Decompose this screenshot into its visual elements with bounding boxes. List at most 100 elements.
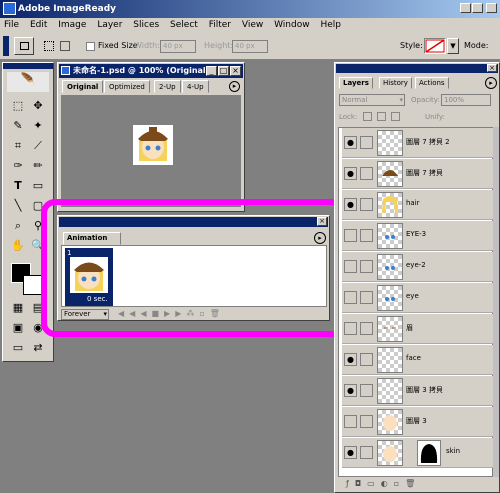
close-button[interactable]	[486, 3, 497, 13]
menu-window[interactable]: Window	[274, 20, 310, 30]
link-toggle[interactable]	[360, 353, 373, 366]
link-toggle[interactable]	[360, 136, 373, 149]
preview-document-icon[interactable]: ▣	[9, 319, 27, 337]
document-close-button[interactable]: ×	[230, 66, 241, 76]
link-toggle[interactable]	[360, 291, 373, 304]
document-minimize-button[interactable]: _	[206, 66, 217, 76]
slice-tool-icon[interactable]: ⟋	[29, 137, 47, 155]
menu-slices[interactable]: Slices	[133, 20, 159, 30]
menu-file[interactable]: File	[4, 20, 19, 30]
tab-optimized[interactable]: Optimized	[104, 80, 150, 93]
link-toggle[interactable]	[360, 446, 373, 459]
layer-row[interactable]: EYE-3	[342, 221, 497, 251]
pencil-tool-icon[interactable]: ✏	[29, 157, 47, 175]
layer-style-icon[interactable]: ƒ	[346, 479, 355, 488]
eye-icon[interactable]	[344, 229, 357, 242]
maximize-button[interactable]	[472, 3, 483, 13]
crop-tool-icon[interactable]: ⌗	[9, 137, 27, 155]
menu-layer[interactable]: Layer	[97, 20, 122, 30]
layer-row[interactable]: 眉	[342, 314, 497, 344]
screen-mode-icon[interactable]: ▭	[9, 339, 27, 357]
menu-help[interactable]: Help	[320, 20, 341, 30]
tab-4up[interactable]: 4-Up	[182, 80, 209, 93]
document-menu-icon[interactable]: ▸	[229, 81, 240, 92]
link-toggle[interactable]	[360, 260, 373, 273]
background-color-swatch[interactable]	[23, 275, 43, 295]
new-selection-icon[interactable]	[44, 41, 54, 51]
layer-mask-thumbnail[interactable]	[417, 440, 441, 466]
layer-row[interactable]: 圖層 3	[342, 407, 497, 437]
add-selection-icon[interactable]	[60, 41, 70, 51]
layer-row[interactable]: eye-2	[342, 252, 497, 282]
magic-wand-icon[interactable]: ✦	[29, 117, 47, 135]
blend-mode-select[interactable]: Normal ▾	[339, 94, 405, 106]
link-toggle[interactable]	[360, 229, 373, 242]
eye-icon[interactable]: ●	[344, 198, 357, 211]
zoom-tool-icon[interactable]: ⌕	[9, 217, 27, 235]
layer-row[interactable]: ● 圖層 7 拷貝 2	[342, 128, 497, 158]
eye-icon[interactable]	[344, 260, 357, 273]
layers-close-button[interactable]: ×	[487, 64, 497, 72]
link-toggle[interactable]	[360, 167, 373, 180]
link-toggle[interactable]	[360, 415, 373, 428]
style-swatch[interactable]	[424, 38, 446, 54]
eye-icon[interactable]	[344, 291, 357, 304]
tool-preset-button[interactable]	[14, 37, 34, 55]
menu-image[interactable]: Image	[58, 20, 86, 30]
mask-icon[interactable]: ◘	[355, 479, 367, 488]
tab-original[interactable]: Original	[62, 80, 104, 93]
layers-scrollbar[interactable]	[493, 127, 499, 477]
hand-tool-icon[interactable]: ✋	[9, 237, 27, 255]
layer-row[interactable]: ● face	[342, 345, 497, 375]
canvas-area[interactable]	[61, 95, 241, 207]
jump-to-photoshop-icon[interactable]: ⇄	[29, 339, 47, 357]
lock-pixels-checkbox[interactable]	[377, 112, 386, 121]
layer-row[interactable]: ● 圖層 7 拷貝	[342, 159, 497, 189]
rectangle-tool-icon[interactable]: ▭	[29, 177, 47, 195]
eye-icon[interactable]: ●	[344, 446, 357, 459]
opacity-input[interactable]: 100%	[441, 94, 491, 106]
marquee-tool-icon[interactable]: ⬚	[9, 97, 27, 115]
tab-2up[interactable]: 2-Up	[154, 80, 181, 93]
link-toggle[interactable]	[360, 384, 373, 397]
new-set-icon[interactable]: ▭	[367, 479, 381, 488]
eye-icon[interactable]	[344, 322, 357, 335]
lock-transparency-checkbox[interactable]	[363, 112, 372, 121]
minimize-button[interactable]	[460, 3, 471, 13]
lasso-tool-icon[interactable]: ✎	[9, 117, 27, 135]
toggle-slices-icon[interactable]: ▦	[9, 299, 27, 317]
new-layer-icon[interactable]: ▫	[394, 479, 405, 488]
menu-select[interactable]: Select	[170, 20, 198, 30]
move-tool-icon[interactable]: ✥	[29, 97, 47, 115]
document-maximize-button[interactable]: □	[218, 66, 229, 76]
layer-row[interactable]: eye	[342, 283, 497, 313]
layer-row[interactable]: ● 圖層 3 拷貝	[342, 376, 497, 406]
brush-tool-icon[interactable]: ✑	[9, 157, 27, 175]
adjustment-icon[interactable]: ◐	[381, 479, 394, 488]
delete-layer-icon[interactable]: 🗑	[405, 479, 421, 488]
line-tool-icon[interactable]: ╲	[9, 197, 27, 215]
eye-icon[interactable]: ●	[344, 136, 357, 149]
link-toggle[interactable]	[360, 198, 373, 211]
fixed-size-checkbox[interactable]	[86, 42, 95, 51]
layer-name: hair	[406, 199, 420, 207]
menu-view[interactable]: View	[242, 20, 263, 30]
eye-icon[interactable]: ●	[344, 167, 357, 180]
height-input[interactable]: 40 px	[232, 40, 268, 53]
menu-edit[interactable]: Edit	[30, 20, 47, 30]
tab-layers[interactable]: Layers	[339, 77, 373, 89]
eye-icon[interactable]	[344, 415, 357, 428]
layers-menu-icon[interactable]: ▸	[485, 77, 497, 89]
tab-actions[interactable]: Actions	[415, 77, 449, 89]
type-tool-icon[interactable]: T	[9, 177, 27, 195]
link-toggle[interactable]	[360, 322, 373, 335]
width-input[interactable]: 40 px	[160, 40, 196, 53]
menu-filter[interactable]: Filter	[209, 20, 231, 30]
eye-icon[interactable]: ●	[344, 353, 357, 366]
layer-row[interactable]: ● skin	[342, 438, 497, 468]
layer-row[interactable]: ● hair	[342, 190, 497, 220]
lock-position-checkbox[interactable]	[391, 112, 400, 121]
eye-icon[interactable]: ●	[344, 384, 357, 397]
tab-history[interactable]: History	[379, 77, 412, 89]
style-dropdown-arrow[interactable]: ▼	[447, 38, 459, 54]
